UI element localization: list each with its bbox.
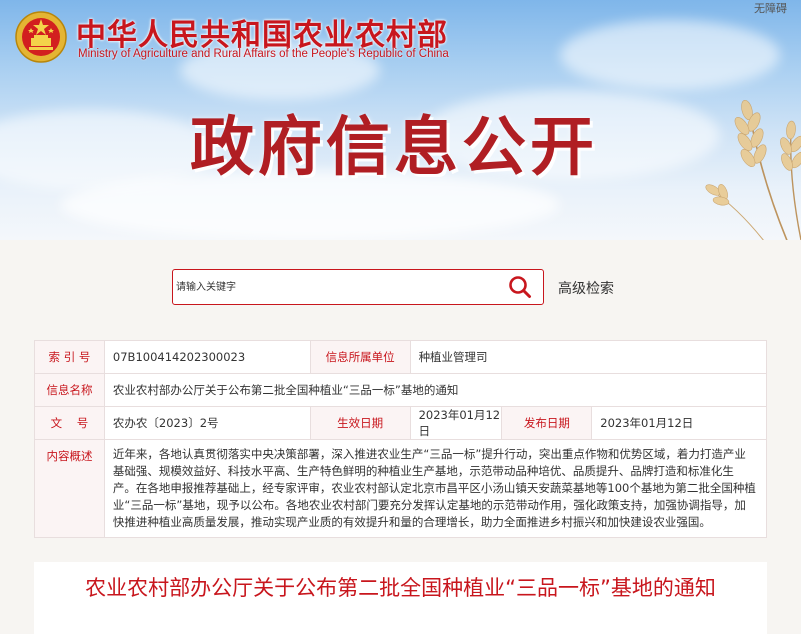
header-banner: 中华人民共和国农业农村部 Ministry of Agriculture and… xyxy=(0,0,801,240)
article-card: 农业农村部办公厅关于公布第二批全国种植业“三品一标”基地的通知 xyxy=(34,562,767,642)
effective-date-value: 2023年01月12日 xyxy=(409,406,503,440)
accessibility-link[interactable]: 无障碍 xyxy=(754,0,787,16)
office-label: 信息所属单位 xyxy=(309,340,411,374)
search-box xyxy=(172,269,544,305)
summary-value: 近年来，各地认真贯彻落实中央决策部署，深入推进农业生产“三品一标”提升行动，突出… xyxy=(103,439,768,538)
effective-date-label: 生效日期 xyxy=(309,406,411,440)
table-row: 文 号 农办农〔2023〕2号 生效日期 2023年01月12日 发布日期 20… xyxy=(34,406,767,440)
publish-date-value: 2023年01月12日 xyxy=(591,406,767,440)
search-button[interactable] xyxy=(503,273,537,301)
ministry-name-en: Ministry of Agriculture and Rural Affair… xyxy=(78,48,449,60)
office-value: 种植业管理司 xyxy=(409,340,768,374)
table-row: 信息名称 农业农村部办公厅关于公布第二批全国种植业“三品一标”基地的通知 xyxy=(34,373,768,407)
index-label: 索 引 号 xyxy=(34,340,105,374)
info-table: 索 引 号 07B100414202300023 信息所属单位 种植业管理司 信… xyxy=(34,340,768,538)
table-row: 内容概述 近年来，各地认真贯彻落实中央决策部署，深入推进农业生产“三品一标”提升… xyxy=(34,439,768,538)
wheat-decoration-icon xyxy=(705,99,801,240)
table-row: 索 引 号 07B100414202300023 信息所属单位 种植业管理司 xyxy=(34,340,768,374)
national-emblem-icon xyxy=(15,11,67,63)
advanced-search-link[interactable]: 高级检索 xyxy=(558,278,614,298)
publish-date-label: 发布日期 xyxy=(501,406,593,440)
summary-label: 内容概述 xyxy=(34,439,105,538)
search-input[interactable] xyxy=(173,270,496,304)
search-bar-area: 高级检索 xyxy=(0,240,801,328)
doc-number-value: 农办农〔2023〕2号 xyxy=(103,406,311,440)
article-title: 农业农村部办公厅关于公布第二批全国种植业“三品一标”基地的通知 xyxy=(85,576,716,600)
page-heading: 政府信息公开 xyxy=(190,111,598,185)
name-label: 信息名称 xyxy=(34,373,105,407)
index-value: 07B100414202300023 xyxy=(103,340,311,374)
doc-number-label: 文 号 xyxy=(34,406,105,440)
name-value: 农业农村部办公厅关于公布第二批全国种植业“三品一标”基地的通知 xyxy=(103,373,768,407)
search-icon xyxy=(509,276,531,298)
